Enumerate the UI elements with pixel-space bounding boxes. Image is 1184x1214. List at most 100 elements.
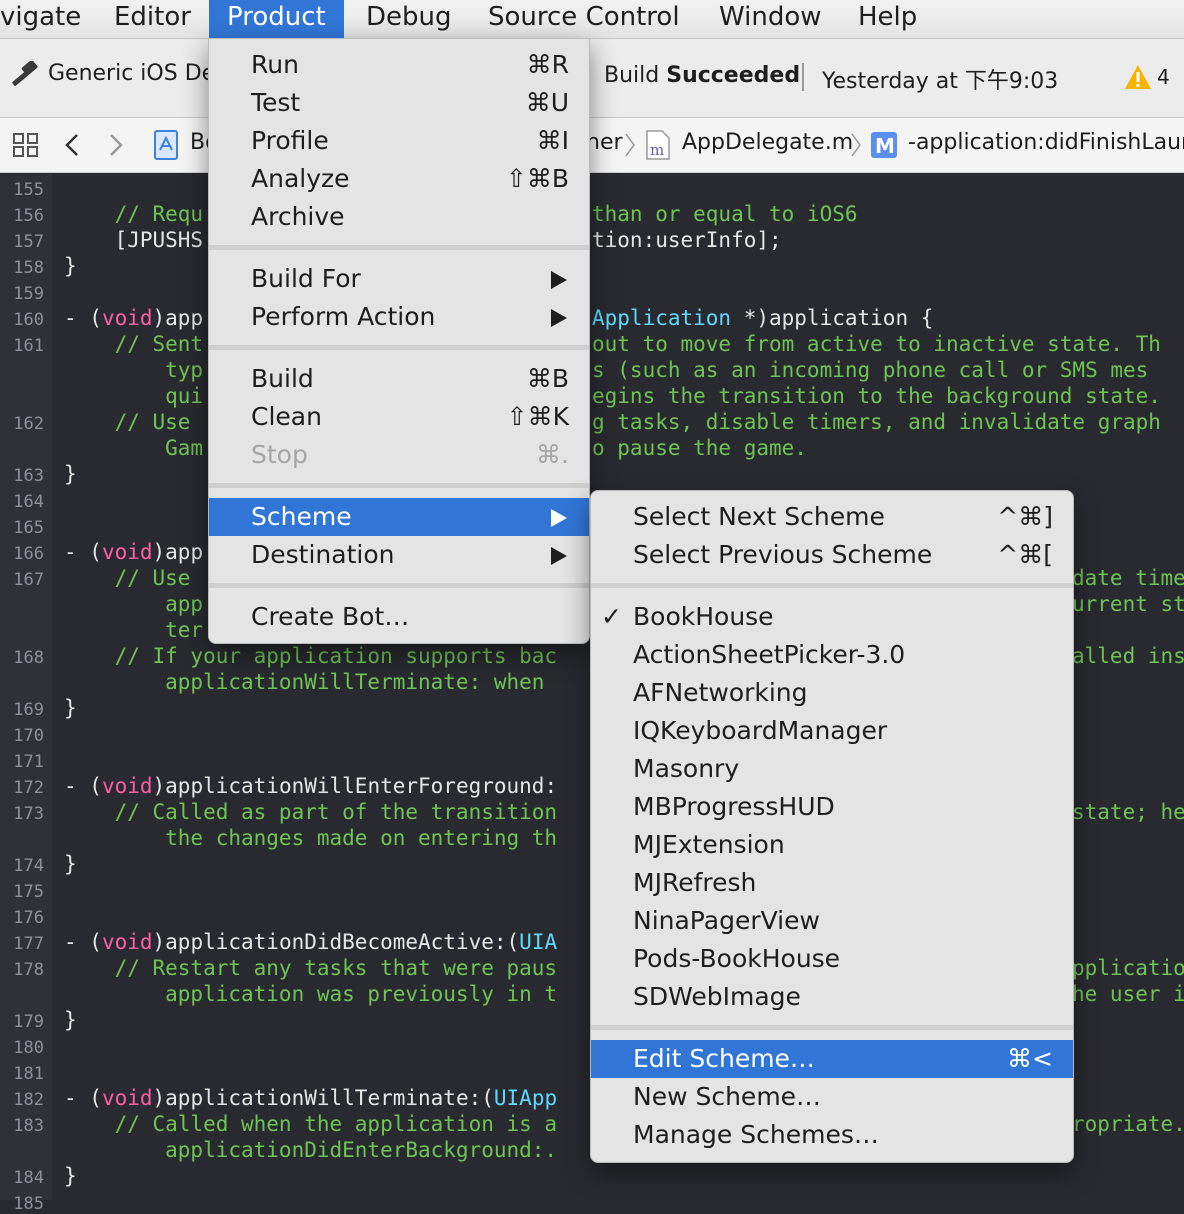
- menu-item-shortcut: ⇧⌘K: [506, 402, 569, 431]
- menu-item-label: Stop: [251, 440, 308, 469]
- menu-navigate[interactable]: vigate: [0, 0, 99, 38]
- line-number: 161: [13, 336, 44, 356]
- menu-editor[interactable]: Editor: [96, 0, 209, 38]
- scheme-item-actionsheetpicker-3-0[interactable]: ActionSheetPicker-3.0: [591, 636, 1073, 674]
- scheme-item-mbprogresshud[interactable]: MBProgressHUD: [591, 788, 1073, 826]
- code-line: typ: [64, 358, 203, 382]
- chevron-right-icon: [624, 130, 636, 164]
- scheme-item-manage-schemes[interactable]: Manage Schemes…: [591, 1116, 1073, 1154]
- code-token: // Use: [64, 566, 204, 590]
- build-status-prefix: Build: [604, 63, 667, 88]
- scheme-item-ninapagerview[interactable]: NinaPagerView: [591, 902, 1073, 940]
- menu-debug[interactable]: Debug: [348, 0, 470, 38]
- submenu-arrow-icon: [551, 509, 567, 527]
- menu-item-label: Pods-BookHouse: [633, 944, 841, 973]
- breadcrumb-method[interactable]: -application:didFinishLaun: [908, 130, 1184, 155]
- menu-item-shortcut: ⌘U: [525, 88, 569, 117]
- menu-item-stop: Stop ⌘.: [209, 436, 589, 474]
- toolbar: Generic iOS De Build Succeeded Yesterday…: [0, 39, 1184, 118]
- code-token: applicationDidEnterBackground:.: [64, 1138, 558, 1162]
- menu-item-label: SDWebImage: [633, 982, 801, 1011]
- code-token: UIA: [519, 930, 558, 954]
- code-token: urrent st: [1072, 592, 1184, 616]
- menu-item-analyze[interactable]: Analyze ⇧⌘B: [209, 160, 589, 198]
- code-line: // Called as part of the transition: [64, 800, 558, 824]
- line-number: 178: [13, 960, 44, 980]
- svg-text:M: M: [875, 134, 895, 158]
- menu-product[interactable]: Product: [209, 0, 344, 38]
- code-line: [JPUSHS: [64, 228, 204, 252]
- menu-item-build[interactable]: Build ⌘B: [209, 360, 589, 398]
- scheme-item-bookhouse[interactable]: ✓ BookHouse: [591, 598, 1073, 636]
- scheme-item-edit-scheme[interactable]: Edit Scheme… ⌘<: [591, 1040, 1073, 1078]
- scheme-item-select-previous-scheme[interactable]: Select Previous Scheme ^⌘[: [591, 536, 1073, 574]
- scheme-item-select-next-scheme[interactable]: Select Next Scheme ^⌘]: [591, 498, 1073, 536]
- back-icon[interactable]: [62, 132, 82, 162]
- code-token: }: [64, 696, 77, 720]
- code-line: // Requ: [64, 202, 204, 226]
- scheme-item-afnetworking[interactable]: AFNetworking: [591, 674, 1073, 712]
- code-token: tion:userInfo];: [592, 228, 782, 252]
- code-token: - (: [64, 774, 102, 798]
- scheme-item-iqkeyboardmanager[interactable]: IQKeyboardManager: [591, 712, 1073, 750]
- code-line: the changes made on entering th: [64, 826, 557, 850]
- menu-source-control[interactable]: Source Control: [470, 0, 698, 38]
- code-token: }: [64, 1164, 77, 1188]
- line-number: 167: [13, 570, 44, 590]
- scheme-item-masonry[interactable]: Masonry: [591, 750, 1073, 788]
- scheme-item-sdwebimage[interactable]: SDWebImage: [591, 978, 1073, 1016]
- scheme-selector[interactable]: Generic iOS De: [48, 61, 215, 86]
- hammer-icon[interactable]: [8, 60, 42, 95]
- menu-window[interactable]: Window: [701, 0, 840, 38]
- menu-item-label: Masonry: [633, 754, 740, 783]
- code-line: application was previously in t: [64, 982, 557, 1006]
- related-items-icon[interactable]: [12, 132, 40, 162]
- code-token: void: [101, 774, 153, 798]
- menu-item-shortcut: ⌘<: [1007, 1044, 1053, 1073]
- menu-item-profile[interactable]: Profile ⌘I: [209, 122, 589, 160]
- menu-item-create-bot[interactable]: Create Bot…: [209, 598, 589, 636]
- menu-separator: [209, 245, 589, 250]
- scheme-item-new-scheme[interactable]: New Scheme…: [591, 1078, 1073, 1116]
- code-token: application was previously in t: [64, 982, 558, 1006]
- code-line: tion:userInfo];: [592, 228, 782, 252]
- code-line: urrent st: [1072, 592, 1184, 616]
- scheme-item-pods-bookhouse[interactable]: Pods-BookHouse: [591, 940, 1073, 978]
- code-token: - (: [64, 1086, 102, 1110]
- menu-item-label: IQKeyboardManager: [633, 716, 888, 745]
- code-token: // Restart any tasks that were paus: [64, 956, 558, 980]
- breadcrumb-group[interactable]: ner: [586, 130, 623, 155]
- scheme-item-mjrefresh[interactable]: MJRefresh: [591, 864, 1073, 902]
- code-token: he user i: [1072, 982, 1184, 1006]
- forward-icon[interactable]: [106, 132, 126, 162]
- menu-item-destination[interactable]: Destination: [209, 536, 589, 574]
- menu-item-test[interactable]: Test ⌘U: [209, 84, 589, 122]
- code-token: the changes made on entering th: [64, 826, 558, 850]
- code-token: // Called as part of the transition: [64, 800, 558, 824]
- code-line: - (void)app: [64, 306, 203, 330]
- menu-item-archive[interactable]: Archive: [209, 198, 589, 236]
- menu-item-label: Analyze: [251, 164, 350, 193]
- menu-item-build-for[interactable]: Build For: [209, 260, 589, 298]
- menu-item-shortcut: ⌘.: [536, 440, 569, 469]
- scheme-item-mjextension[interactable]: MJExtension: [591, 826, 1073, 864]
- code-line: // Use: [64, 410, 203, 434]
- menu-help[interactable]: Help: [840, 0, 935, 38]
- code-line: s (such as an incoming phone call or SMS…: [592, 358, 1148, 382]
- code-line: }: [64, 462, 77, 486]
- breadcrumb-file[interactable]: AppDelegate.m: [682, 130, 853, 155]
- code-token: ropriate.: [1072, 1112, 1184, 1136]
- code-line: - (void)app: [64, 540, 203, 564]
- line-number: 166: [13, 544, 44, 564]
- code-token: applicationWillTerminate: when: [64, 670, 558, 694]
- code-line: - (void)applicationWillEnterForeground:: [64, 774, 557, 798]
- code-line: he user i: [1072, 982, 1184, 1006]
- menu-item-run[interactable]: Run ⌘R: [209, 46, 589, 84]
- code-line: qui: [64, 384, 203, 408]
- menu-item-scheme[interactable]: Scheme: [209, 498, 589, 536]
- menu-item-clean[interactable]: Clean ⇧⌘K: [209, 398, 589, 436]
- warning-icon[interactable]: [1124, 64, 1152, 90]
- code-token: )applicationWillEnterForeground:: [152, 774, 558, 798]
- code-token: - (: [64, 930, 102, 954]
- menu-item-perform-action[interactable]: Perform Action: [209, 298, 589, 336]
